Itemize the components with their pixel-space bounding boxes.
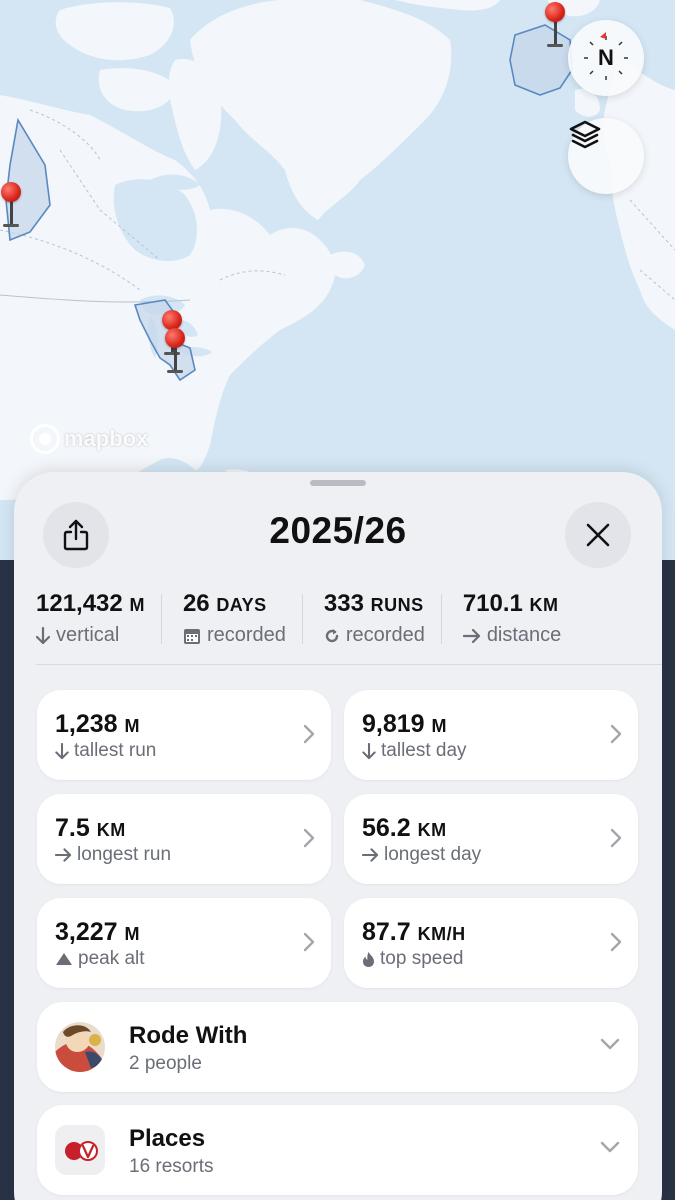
map-pin-icon[interactable]	[1, 182, 21, 228]
summary-label: vertical	[56, 624, 120, 646]
mapbox-logo-icon	[30, 424, 60, 454]
stat-label: tallest run	[74, 740, 157, 761]
summary-value: 333	[323, 590, 364, 617]
avatar	[55, 1022, 105, 1072]
stat-label: tallest day	[381, 740, 467, 761]
row-subtitle: 16 resorts	[129, 1156, 214, 1177]
stat-unit: KM	[96, 820, 126, 840]
stat-label: longest run	[77, 844, 172, 865]
summary-label: recorded	[345, 624, 425, 646]
row-title: Places	[129, 1125, 206, 1152]
summary-days: 26 DAYS recorded	[160, 590, 302, 648]
stat-value: 9,819	[362, 710, 425, 738]
map-pin-icon[interactable]	[545, 2, 565, 48]
stat-value: 7.5	[55, 814, 90, 842]
compass-label: N	[598, 45, 614, 70]
summary-unit: DAYS	[216, 595, 267, 615]
summary-runs: 333 RUNS recorded	[301, 590, 441, 648]
rode-with-row[interactable]: Rode With 2 people	[37, 1002, 638, 1092]
compass-icon: N	[578, 30, 634, 86]
compass-button[interactable]: N	[568, 20, 644, 96]
summary-unit: M	[129, 595, 145, 615]
stat-unit: M	[124, 716, 141, 736]
summary-unit: RUNS	[370, 595, 424, 615]
mapbox-attribution[interactable]: mapbox	[30, 424, 148, 454]
stat-card-longest-day[interactable]: 56.2 KM longest day	[344, 794, 638, 884]
arrow-right-icon	[462, 628, 480, 643]
places-row[interactable]: Places 16 resorts	[37, 1105, 638, 1195]
close-icon	[586, 523, 610, 547]
stat-card-longest-run[interactable]: 7.5 KM longest run	[37, 794, 331, 884]
stat-card-top-speed[interactable]: 87.7 KM/H top speed	[344, 898, 638, 988]
resort-logo-icon	[55, 1125, 105, 1175]
chevron-down-icon	[600, 1141, 620, 1153]
calendar-icon	[183, 628, 200, 644]
stat-label: peak alt	[78, 948, 145, 969]
arrow-down-icon	[36, 626, 50, 644]
flame-icon	[363, 951, 374, 967]
mountain-icon	[56, 953, 72, 965]
chevron-right-icon	[303, 932, 315, 952]
stats-sheet: 2025/26 121,432 M vertical 26 DAYS recor…	[14, 472, 662, 1200]
stat-value: 56.2	[362, 814, 411, 842]
summary-distance: 710.1 KM distance	[440, 590, 578, 648]
summary-label: recorded	[206, 624, 286, 646]
stat-label: longest day	[384, 844, 482, 865]
chevron-down-icon	[600, 1038, 620, 1050]
stat-value: 1,238	[55, 710, 118, 738]
chevron-right-icon	[303, 724, 315, 744]
arrow-right-icon	[55, 848, 72, 862]
arrow-down-icon	[55, 742, 69, 759]
map-pin-icon[interactable]	[165, 328, 185, 374]
summary-label: distance	[486, 624, 562, 646]
divider	[36, 664, 662, 665]
stat-unit: KM/H	[417, 924, 466, 944]
chevron-right-icon	[610, 724, 622, 744]
layers-icon	[569, 120, 601, 149]
summary-value: 26	[182, 590, 210, 617]
stat-value: 87.7	[362, 918, 411, 946]
stat-unit: M	[431, 716, 448, 736]
sheet-grabber[interactable]	[310, 480, 366, 486]
arrow-right-icon	[362, 848, 379, 862]
row-subtitle: 2 people	[129, 1053, 202, 1074]
summary-value: 121,432	[36, 590, 123, 617]
summary-value: 710.1	[462, 590, 523, 617]
layers-button[interactable]	[568, 118, 644, 194]
stat-card-tallest-run[interactable]: 1,238 M tallest run	[37, 690, 331, 780]
mapbox-text: mapbox	[64, 426, 149, 451]
summary-vertical: 121,432 M vertical	[36, 590, 161, 648]
stat-card-tallest-day[interactable]: 9,819 M tallest day	[344, 690, 638, 780]
row-title: Rode With	[129, 1022, 248, 1049]
stat-unit: M	[124, 924, 141, 944]
stat-value: 3,227	[55, 918, 118, 946]
close-button[interactable]	[565, 502, 631, 568]
chevron-right-icon	[303, 828, 315, 848]
summary-fade	[622, 590, 662, 648]
stat-card-peak-alt[interactable]: 3,227 M peak alt	[37, 898, 331, 988]
chevron-right-icon	[610, 828, 622, 848]
chevron-right-icon	[610, 932, 622, 952]
summary-strip[interactable]: 121,432 M vertical 26 DAYS recorded 333 …	[36, 590, 662, 648]
refresh-icon	[325, 628, 339, 642]
stat-unit: KM	[417, 820, 447, 840]
stat-label: top speed	[380, 948, 464, 969]
arrow-down-icon	[362, 742, 376, 759]
summary-unit: KM	[529, 595, 559, 615]
